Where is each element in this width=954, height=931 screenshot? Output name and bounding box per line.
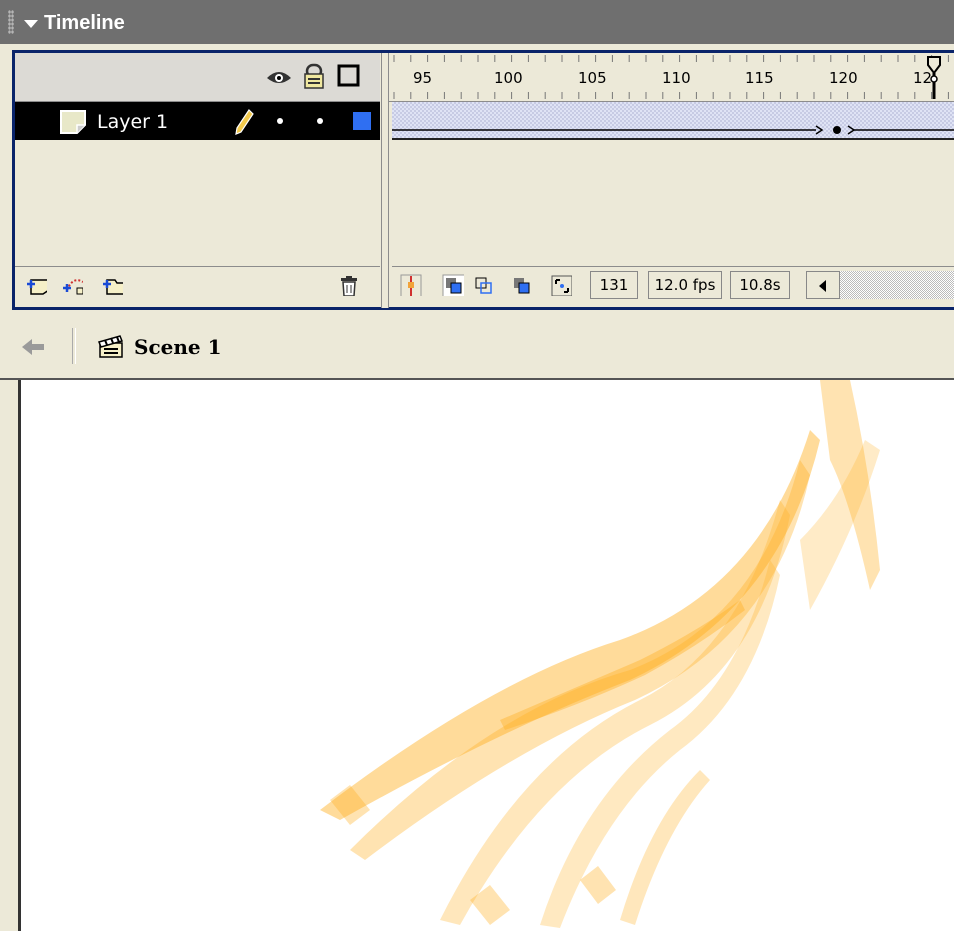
frame-row[interactable]: [392, 102, 954, 140]
playhead-icon[interactable]: [924, 55, 944, 99]
eye-icon[interactable]: [265, 68, 293, 86]
tween-line: [392, 125, 954, 135]
horizontal-scroll-track[interactable]: [840, 271, 954, 299]
panel-title: Timeline: [44, 12, 125, 34]
layer-row[interactable]: Layer 1: [15, 102, 380, 140]
collapse-arrow-icon[interactable]: [24, 20, 38, 28]
ruler-label-100: 100: [494, 69, 523, 87]
delete-layer-icon[interactable]: [337, 274, 359, 296]
center-frame-icon[interactable]: [400, 274, 422, 296]
ruler-label-110: 110: [662, 69, 691, 87]
stage-canvas[interactable]: [10, 380, 954, 931]
stage-artwork: [320, 380, 880, 928]
visibility-dot-icon[interactable]: [277, 118, 283, 124]
frame-toolbar: 131 12.0 fps 10.8s: [392, 266, 954, 307]
panel-grip-icon[interactable]: [8, 10, 14, 34]
edit-multiple-frames-icon[interactable]: [510, 274, 532, 296]
timeline-splitter[interactable]: [381, 53, 389, 308]
pencil-icon: [235, 109, 254, 135]
toolbar-separator: [72, 328, 76, 364]
scene-label[interactable]: Scene 1: [134, 335, 222, 359]
outline-color-swatch[interactable]: [353, 112, 371, 130]
scroll-left-button[interactable]: [806, 271, 840, 299]
layer-icon: [60, 110, 86, 134]
outline-icon[interactable]: [337, 64, 361, 88]
elapsed-time-field: 10.8s: [730, 271, 790, 299]
lock-dot-icon[interactable]: [317, 118, 323, 124]
layer-header: [15, 53, 380, 102]
add-motion-guide-icon[interactable]: [61, 274, 83, 296]
layer-toolbar: [15, 266, 380, 307]
current-frame-field: 131: [590, 271, 638, 299]
layer-name[interactable]: Layer 1: [97, 111, 168, 133]
onion-skin-icon[interactable]: [442, 274, 464, 296]
left-arrow-icon: [819, 280, 826, 292]
insert-layer-icon[interactable]: [25, 274, 47, 296]
ruler-label-105: 105: [578, 69, 607, 87]
back-arrow-icon[interactable]: [20, 336, 46, 358]
frame-area-empty: [392, 141, 954, 266]
timeline-title-bar[interactable]: Timeline: [0, 0, 954, 44]
onion-skin-outlines-icon[interactable]: [472, 274, 494, 296]
ruler-label-120: 120: [829, 69, 858, 87]
modify-onion-markers-icon[interactable]: [550, 274, 572, 296]
scene-bar: Scene 1: [0, 314, 954, 380]
insert-layer-folder-icon[interactable]: [101, 274, 123, 296]
scene-clapper-icon: [97, 335, 124, 358]
frame-rate-field[interactable]: 12.0 fps: [648, 271, 722, 299]
ruler-label-115: 115: [745, 69, 774, 87]
ruler-label-95: 95: [413, 69, 433, 87]
stage-left-border: [18, 380, 21, 931]
frame-ruler[interactable]: 95 100 105 110 115 120 12: [388, 53, 954, 102]
layer-list-empty: [15, 141, 380, 266]
lock-icon[interactable]: [303, 63, 325, 89]
